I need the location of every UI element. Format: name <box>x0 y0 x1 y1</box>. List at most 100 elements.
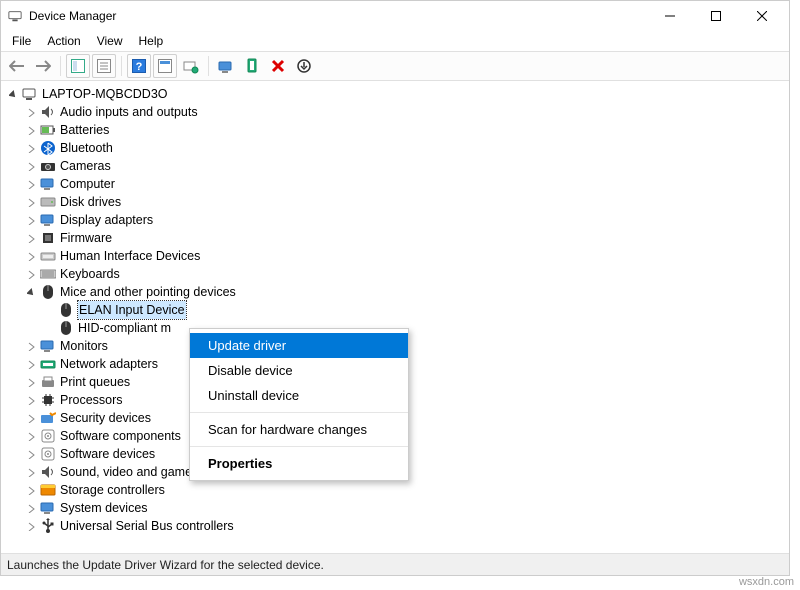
properties-button[interactable] <box>92 54 116 78</box>
expander-icon[interactable] <box>23 158 39 174</box>
tree-category[interactable]: Cameras <box>3 157 787 175</box>
category-icon <box>39 158 57 174</box>
expander-icon[interactable] <box>23 482 39 498</box>
tree-category[interactable]: Display adapters <box>3 211 787 229</box>
svg-text:?: ? <box>136 61 143 73</box>
ctx-scan-hardware[interactable]: Scan for hardware changes <box>190 417 408 442</box>
mouse-icon <box>57 302 75 318</box>
toolbar: ? <box>1 51 789 81</box>
category-label: Computer <box>60 175 115 193</box>
category-label: System devices <box>60 499 148 517</box>
expander-icon[interactable] <box>23 446 39 462</box>
scan-hardware-button[interactable] <box>179 54 203 78</box>
category-label: Cameras <box>60 157 111 175</box>
category-icon <box>39 428 57 444</box>
expander-icon[interactable] <box>23 212 39 228</box>
tree-category[interactable]: Universal Serial Bus controllers <box>3 517 787 535</box>
category-label: Bluetooth <box>60 139 113 157</box>
expander-icon[interactable] <box>23 230 39 246</box>
expander-icon[interactable] <box>23 140 39 156</box>
toolbar-separator <box>208 56 209 76</box>
menu-file[interactable]: File <box>5 33 38 49</box>
tree-device[interactable]: ELAN Input Device <box>3 301 787 319</box>
expander-icon[interactable] <box>23 284 39 300</box>
category-icon <box>39 176 57 192</box>
show-hide-console-tree-button[interactable] <box>66 54 90 78</box>
expander-icon[interactable] <box>5 86 21 102</box>
ctx-uninstall-device[interactable]: Uninstall device <box>190 383 408 408</box>
category-icon <box>39 122 57 138</box>
category-icon <box>39 212 57 228</box>
ctx-update-driver[interactable]: Update driver <box>190 333 408 358</box>
category-label: Network adapters <box>60 355 158 373</box>
expander-icon[interactable] <box>23 500 39 516</box>
help-button[interactable]: ? <box>127 54 151 78</box>
category-icon <box>39 482 57 498</box>
expander-icon[interactable] <box>23 392 39 408</box>
tree-category[interactable]: Computer <box>3 175 787 193</box>
tree-category[interactable]: Audio inputs and outputs <box>3 103 787 121</box>
category-icon <box>39 500 57 516</box>
toolbar-separator <box>60 56 61 76</box>
mouse-icon <box>57 320 75 336</box>
tree-category[interactable]: Disk drives <box>3 193 787 211</box>
device-manager-window: Device Manager File Action View Help <box>0 0 790 576</box>
context-menu: Update driver Disable device Uninstall d… <box>189 328 409 481</box>
menu-help[interactable]: Help <box>132 33 171 49</box>
category-label: Monitors <box>60 337 108 355</box>
expander-icon[interactable] <box>23 374 39 390</box>
menu-view[interactable]: View <box>90 33 130 49</box>
tree-category[interactable]: Bluetooth <box>3 139 787 157</box>
expander-icon[interactable] <box>23 410 39 426</box>
menu-action[interactable]: Action <box>40 33 87 49</box>
watermark: wsxdn.com <box>737 576 796 588</box>
expander-icon[interactable] <box>23 176 39 192</box>
category-label: Storage controllers <box>60 481 165 499</box>
expander-icon[interactable] <box>23 104 39 120</box>
expander-icon[interactable] <box>23 194 39 210</box>
expander-icon[interactable] <box>23 518 39 534</box>
titlebar: Device Manager <box>1 1 789 31</box>
tree-category[interactable]: Batteries <box>3 121 787 139</box>
category-icon <box>39 338 57 354</box>
expander-icon[interactable] <box>23 428 39 444</box>
expander-icon[interactable] <box>23 122 39 138</box>
category-icon <box>39 464 57 480</box>
expander-icon[interactable] <box>23 338 39 354</box>
category-icon <box>39 284 57 300</box>
enable-device-button[interactable] <box>292 54 316 78</box>
category-label: Print queues <box>60 373 130 391</box>
category-icon <box>39 248 57 264</box>
action-button[interactable] <box>153 54 177 78</box>
category-icon <box>39 392 57 408</box>
category-icon <box>39 356 57 372</box>
tree-category[interactable]: Firmware <box>3 229 787 247</box>
category-label: Mice and other pointing devices <box>60 283 236 301</box>
forward-button[interactable] <box>31 54 55 78</box>
update-driver-button[interactable] <box>214 54 238 78</box>
disable-device-button[interactable] <box>266 54 290 78</box>
tree-category[interactable]: Human Interface Devices <box>3 247 787 265</box>
ctx-disable-device[interactable]: Disable device <box>190 358 408 383</box>
category-icon <box>39 410 57 426</box>
expander-icon[interactable] <box>23 464 39 480</box>
tree-root[interactable]: LAPTOP-MQBCDD3O <box>3 85 787 103</box>
device-label: HID-compliant m <box>78 319 171 337</box>
device-tree[interactable]: LAPTOP-MQBCDD3O Audio inputs and outputs… <box>1 81 789 553</box>
minimize-button[interactable] <box>647 1 693 31</box>
tree-category[interactable]: Mice and other pointing devices <box>3 283 787 301</box>
close-button[interactable] <box>739 1 785 31</box>
category-label: Software components <box>60 427 181 445</box>
uninstall-device-button[interactable] <box>240 54 264 78</box>
category-icon <box>39 518 57 534</box>
expander-icon[interactable] <box>23 248 39 264</box>
ctx-properties[interactable]: Properties <box>190 451 408 476</box>
tree-category[interactable]: Storage controllers <box>3 481 787 499</box>
back-button[interactable] <box>5 54 29 78</box>
tree-category[interactable]: System devices <box>3 499 787 517</box>
expander-icon[interactable] <box>23 266 39 282</box>
expander-icon[interactable] <box>23 356 39 372</box>
tree-category[interactable]: Keyboards <box>3 265 787 283</box>
category-icon <box>39 140 57 156</box>
maximize-button[interactable] <box>693 1 739 31</box>
